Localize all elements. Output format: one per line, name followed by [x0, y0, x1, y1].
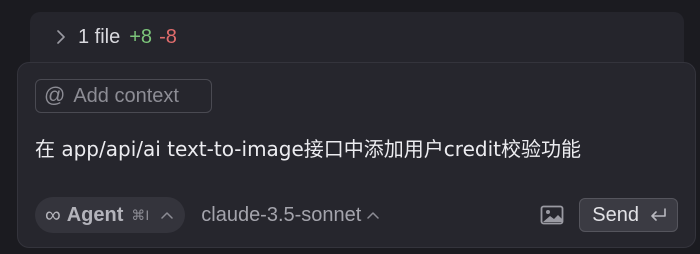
- send-button[interactable]: Send: [579, 198, 678, 232]
- composer-toolbar: ∞ Agent ⌘I claude-3.5-sonnet Send: [35, 197, 678, 233]
- send-label: Send: [592, 203, 639, 226]
- add-context-button[interactable]: @ Add context: [35, 79, 212, 113]
- enter-key-icon: [649, 208, 667, 222]
- chevron-right-icon[interactable]: [50, 26, 72, 48]
- chevron-up-icon: [161, 211, 173, 219]
- infinity-icon: ∞: [45, 202, 61, 227]
- model-selector[interactable]: claude-3.5-sonnet: [201, 203, 380, 227]
- chat-composer: @ Add context 在 app/api/ai text-to-image…: [17, 62, 696, 248]
- file-count: 1 file: [78, 25, 121, 48]
- lines-removed-count: -8: [159, 25, 177, 48]
- image-icon[interactable]: [537, 200, 567, 230]
- file-changes-bar[interactable]: 1 file +8 -8: [30, 12, 684, 62]
- mode-selector[interactable]: ∞ Agent ⌘I: [35, 197, 186, 233]
- at-sign-icon: @: [44, 84, 66, 107]
- chevron-up-icon: [367, 211, 380, 219]
- add-context-label: Add context: [73, 84, 179, 107]
- mode-shortcut: ⌘I: [131, 206, 150, 223]
- lines-added-count: +8: [129, 25, 153, 48]
- model-label: claude-3.5-sonnet: [201, 203, 362, 226]
- prompt-input[interactable]: 在 app/api/ai text-to-image接口中添加用户credit校…: [35, 133, 581, 162]
- mode-label: Agent: [66, 203, 124, 226]
